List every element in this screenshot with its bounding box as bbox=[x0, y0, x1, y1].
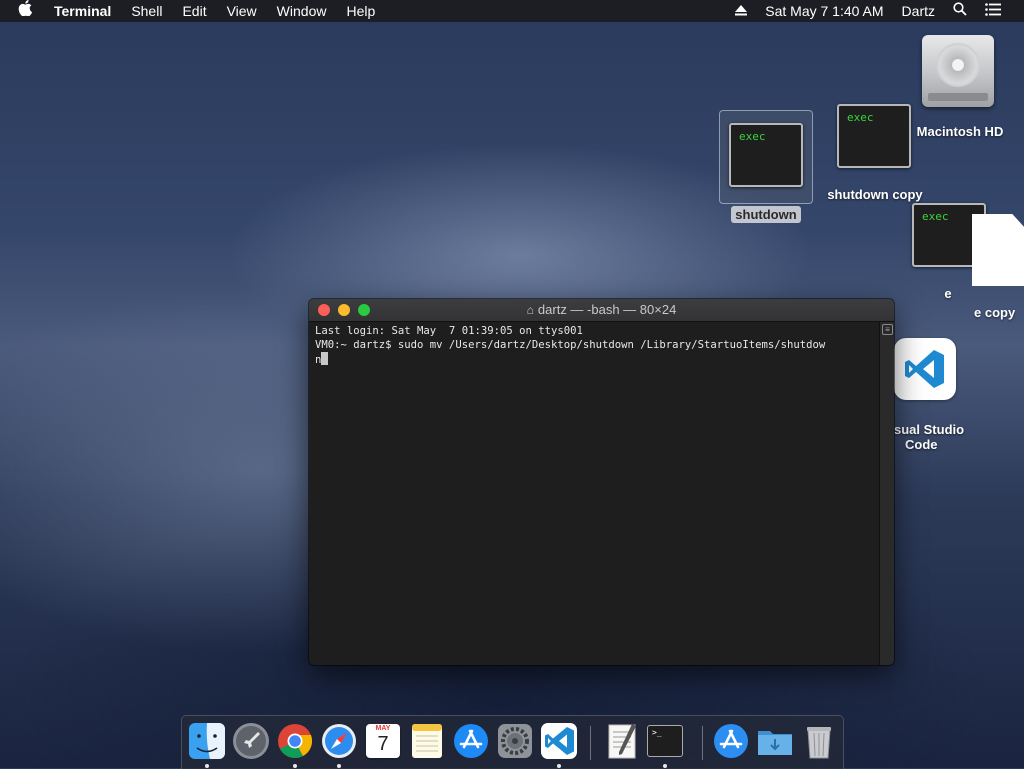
chrome-icon bbox=[278, 724, 313, 758]
terminal-line: Last login: Sat May 7 01:39:05 on ttys00… bbox=[315, 325, 583, 337]
trash-icon bbox=[807, 727, 831, 759]
dock-applications-folder[interactable] bbox=[712, 722, 750, 760]
home-icon: ⌂ bbox=[526, 303, 534, 317]
rocket-icon bbox=[233, 723, 269, 759]
finder-icon bbox=[189, 723, 225, 759]
terminal-line: VM0:~ dartz$ sudo mv /Users/dartz/Deskto… bbox=[315, 339, 826, 351]
terminal-icon: >_ bbox=[647, 725, 683, 757]
dock-chrome[interactable] bbox=[276, 722, 314, 768]
window-titlebar[interactable]: ⌂ dartz — -bash — 80×24 bbox=[309, 299, 894, 322]
hard-drive-icon bbox=[922, 35, 994, 107]
desktop-item-vscode[interactable] bbox=[894, 338, 956, 400]
menu-shell[interactable]: Shell bbox=[121, 0, 172, 22]
dock-textedit[interactable] bbox=[602, 722, 640, 760]
dock-trash[interactable] bbox=[800, 722, 838, 760]
app-menu-terminal[interactable]: Terminal bbox=[44, 0, 121, 22]
app-store-icon bbox=[454, 724, 488, 758]
dock-terminal[interactable]: >_ bbox=[646, 722, 684, 768]
notes-icon bbox=[412, 724, 442, 758]
dock: MAY 7 >_ bbox=[181, 715, 844, 769]
desktop-item-shutdown-copy[interactable]: exec bbox=[837, 104, 911, 168]
menu-edit[interactable]: Edit bbox=[172, 0, 216, 22]
dock-vscode[interactable] bbox=[540, 722, 578, 768]
dock-calendar[interactable]: MAY 7 bbox=[364, 722, 402, 760]
dock-notes[interactable] bbox=[408, 722, 446, 760]
dock-app-store[interactable] bbox=[452, 722, 490, 760]
folder-icon bbox=[758, 731, 792, 755]
desktop-item-macintosh-hd[interactable] bbox=[922, 35, 998, 107]
menu-view[interactable]: View bbox=[217, 0, 267, 22]
desktop-item-shutdown[interactable]: exec shutdown bbox=[726, 123, 806, 223]
desktop-item-label: Macintosh HD bbox=[916, 124, 1004, 139]
document-icon bbox=[972, 214, 1024, 286]
safari-compass-icon bbox=[322, 724, 356, 758]
dock-downloads-folder[interactable] bbox=[756, 722, 794, 760]
desktop-item-label: e bbox=[944, 286, 952, 301]
terminal-output[interactable]: Last login: Sat May 7 01:39:05 on ttys00… bbox=[309, 322, 880, 665]
menu-help[interactable]: Help bbox=[336, 0, 385, 22]
spotlight-search-icon[interactable] bbox=[944, 0, 976, 22]
dock-safari[interactable] bbox=[320, 722, 358, 768]
menubar-user[interactable]: Dartz bbox=[893, 0, 944, 22]
apple-menu-icon[interactable] bbox=[0, 0, 44, 22]
dock-finder[interactable] bbox=[188, 722, 226, 768]
window-title: ⌂ dartz — -bash — 80×24 bbox=[526, 302, 677, 317]
menubar-clock[interactable]: Sat May 7 1:40 AM bbox=[756, 0, 892, 22]
textedit-icon bbox=[608, 724, 636, 759]
notification-center-icon[interactable] bbox=[976, 0, 1010, 22]
desktop-item-label: sual Studio Code bbox=[894, 422, 965, 452]
dock-system-preferences[interactable] bbox=[496, 722, 534, 760]
vscode-icon bbox=[541, 723, 577, 759]
text-cursor bbox=[321, 352, 329, 365]
menu-bar: Terminal Shell Edit View Window Help Sat… bbox=[0, 0, 1024, 22]
dock-launchpad[interactable] bbox=[232, 722, 270, 760]
app-store-icon bbox=[714, 724, 748, 758]
vscode-icon bbox=[894, 338, 956, 400]
gear-icon bbox=[498, 724, 532, 758]
eject-icon[interactable] bbox=[726, 0, 756, 22]
desktop-item-e-copy[interactable] bbox=[972, 214, 1024, 286]
terminal-window[interactable]: ⌂ dartz — -bash — 80×24 Last login: Sat M… bbox=[309, 299, 894, 665]
exec-file-icon: exec bbox=[729, 123, 803, 187]
desktop-item-label: shutdown bbox=[731, 206, 801, 223]
desktop-item-label: e copy bbox=[974, 305, 1016, 320]
scroll-toggle-icon[interactable]: ≡ bbox=[882, 324, 893, 335]
vertical-scrollbar[interactable]: ≡ bbox=[879, 322, 894, 665]
calendar-icon: MAY 7 bbox=[366, 724, 400, 758]
desktop-item-label: shutdown copy bbox=[827, 187, 923, 202]
menu-window[interactable]: Window bbox=[267, 0, 337, 22]
exec-file-icon: exec bbox=[837, 104, 911, 168]
